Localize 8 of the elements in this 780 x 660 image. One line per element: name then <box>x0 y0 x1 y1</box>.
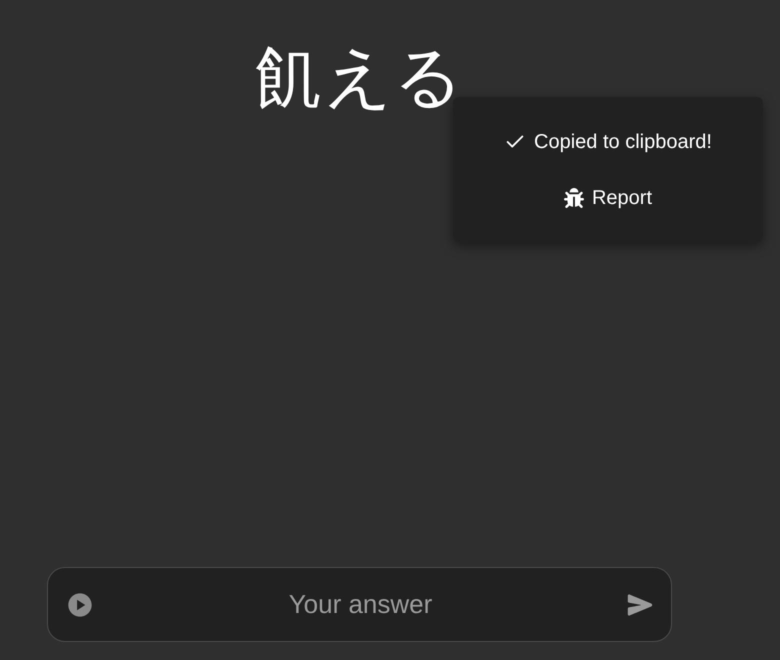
answer-field[interactable]: Your answer <box>106 585 615 624</box>
bug-icon <box>564 188 584 208</box>
vocabulary-word: 飢える <box>256 38 464 118</box>
play-icon[interactable] <box>66 590 94 618</box>
send-icon[interactable] <box>627 592 653 618</box>
menu-item[interactable]: Report <box>552 178 664 216</box>
answer-bar[interactable]: Your answer <box>47 567 672 642</box>
menu-item[interactable]: Copied to clipboard! <box>492 122 724 160</box>
